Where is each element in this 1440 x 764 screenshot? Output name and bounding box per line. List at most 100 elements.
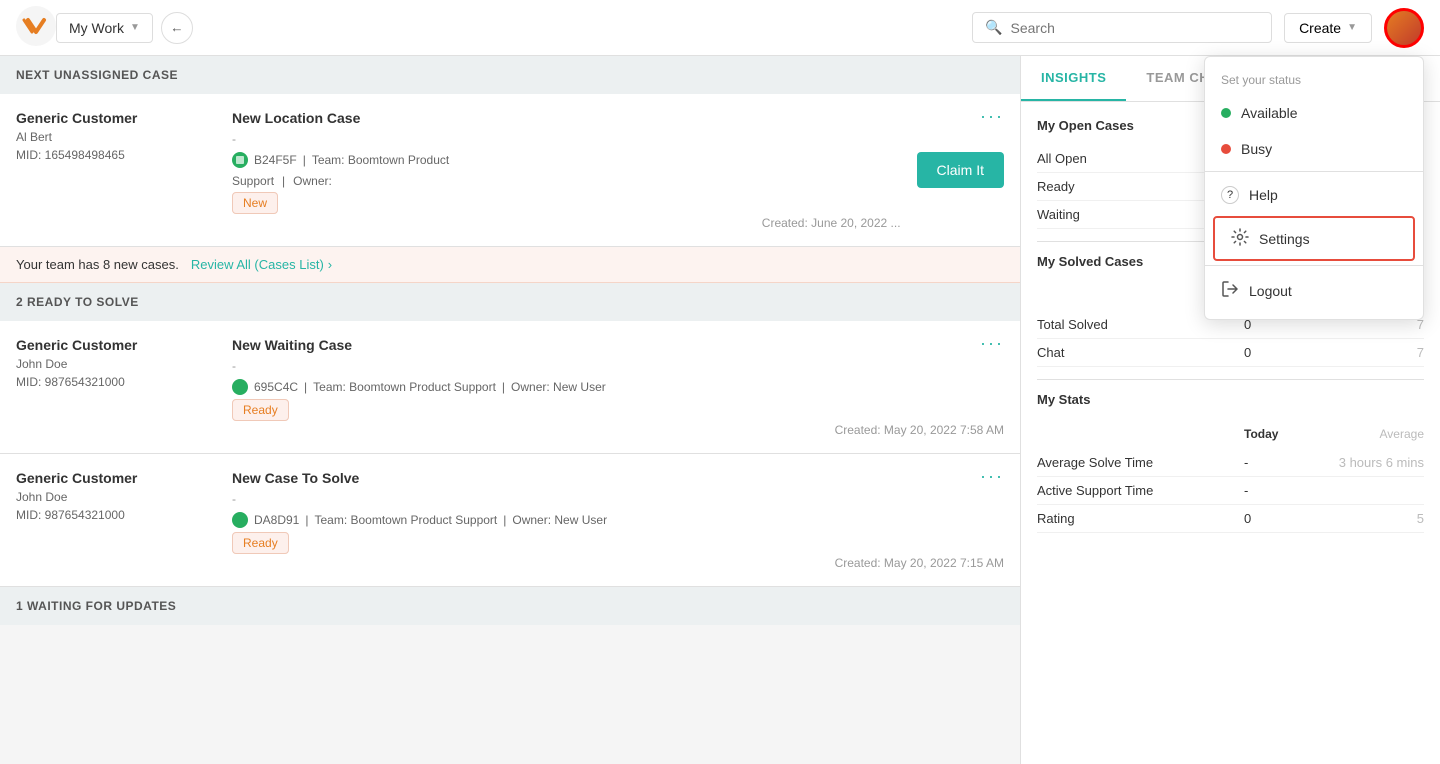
stat-label: Chat [1037,345,1244,360]
stat-today: - [1244,483,1324,498]
my-work-button[interactable]: My Work ▼ [56,13,153,43]
claim-area: Claim It [917,110,1004,230]
help-item[interactable]: ? Help [1205,176,1423,214]
case-code-icon [232,512,248,528]
case-code: DA8D91 [254,513,299,527]
logout-item[interactable]: Logout [1205,270,1423,311]
case-details: New Waiting Case - 695C4C | Team: Boomto… [232,337,1004,437]
customer-user: John Doe [16,490,216,504]
available-dot [1221,108,1231,118]
case-owner-label: Owner: New User [511,380,606,394]
more-options-button[interactable]: ··· [980,333,1004,354]
customer-user: John Doe [16,357,216,371]
settings-item[interactable]: Settings [1213,216,1415,261]
stat-avg: 7 [1324,345,1424,360]
tab-insights[interactable]: INSIGHTS [1021,56,1126,101]
customer-info: Generic Customer Al Bert MID: 1654984984… [16,110,216,230]
busy-label: Busy [1241,141,1272,157]
section-unassigned: NEXT UNASSIGNED CASE [0,56,1020,94]
col-today: Today [1244,427,1324,441]
case-title: New Location Case [232,110,901,126]
customer-user: Al Bert [16,130,216,144]
case-owner-label: Owner: New User [512,513,607,527]
settings-label: Settings [1259,231,1310,247]
header: My Work ▼ ← 🔍 Create ▼ [0,0,1440,56]
case-dash: - [232,492,1004,506]
stat-avg: 3 hours 6 mins [1324,455,1424,470]
customer-mid: MID: 987654321000 [16,508,216,522]
logo [16,6,56,49]
customer-name: Generic Customer [16,337,216,353]
more-options-button[interactable]: ··· [980,106,1004,127]
back-arrow-icon: ← [170,20,183,35]
chevron-down-icon: ▼ [1347,22,1357,33]
avatar-button[interactable] [1384,8,1424,48]
avatar [1387,10,1421,46]
case-details: New Case To Solve - DA8D91 | Team: Boomt… [232,470,1004,570]
case-title: New Case To Solve [232,470,1004,486]
case-owner: Owner: [293,174,332,188]
stat-label: Rating [1037,511,1244,526]
dropdown-divider [1205,171,1423,172]
case-team: Team: Boomtown Product Support [313,380,496,394]
case-title: New Waiting Case [232,337,1004,353]
stat-today: 0 [1244,345,1324,360]
case-timestamp: Created: June 20, 2022 ... [232,216,901,230]
case-code: 695C4C [254,380,298,394]
notification-bar: Your team has 8 new cases. Review All (C… [0,247,1020,283]
back-button[interactable]: ← [161,12,193,44]
col-avg: Average [1324,427,1424,441]
search-input[interactable] [1011,20,1260,36]
status-dropdown: Set your status Available Busy ? Help Se… [1204,56,1424,320]
case-type: Support [232,174,274,188]
stats-title: My Stats [1037,392,1424,407]
case-details: New Location Case - B24F5F | Team: Boomt… [232,110,901,230]
case-card: ··· Generic Customer John Doe MID: 98765… [0,321,1020,454]
case-dash: - [232,359,1004,373]
stat-row: Average Solve Time - 3 hours 6 mins [1037,449,1424,477]
section-waiting: 1 WAITING FOR UPDATES [0,587,1020,625]
stat-row: Active Support Time - [1037,477,1424,505]
case-team: Team: Boomtown Product Support [314,513,497,527]
create-button[interactable]: Create ▼ [1284,13,1372,43]
more-options-button[interactable]: ··· [980,466,1004,487]
case-timestamp: Created: May 20, 2022 7:58 AM [232,423,1004,437]
stat-avg: 5 [1324,511,1424,526]
help-icon: ? [1221,186,1239,204]
case-timestamp: Created: May 20, 2022 7:15 AM [232,556,1004,570]
case-code-icon [232,379,248,395]
gear-icon [1231,228,1249,249]
stats-col-header: Today Average [1037,419,1424,449]
review-all-link[interactable]: Review All (Cases List) › [191,257,332,272]
status-available-item[interactable]: Available [1205,95,1423,131]
stat-today: - [1244,455,1324,470]
case-code: B24F5F [254,153,297,167]
notification-message: Your team has 8 new cases. [16,257,179,272]
dropdown-divider [1205,265,1423,266]
case-badge-ready: Ready [232,399,289,421]
logout-icon [1221,280,1239,301]
customer-name: Generic Customer [16,470,216,486]
case-badge-new: New [232,192,278,214]
case-team: Team: Boomtown Product [312,153,449,167]
search-icon: 🔍 [985,19,1002,36]
stat-row: Chat 0 7 [1037,339,1424,367]
case-type-row: Support | Owner: [232,174,901,188]
my-work-label: My Work [69,20,124,36]
customer-name: Generic Customer [16,110,216,126]
case-meta: 695C4C | Team: Boomtown Product Support … [232,379,1004,395]
chevron-right-icon: › [328,257,332,272]
stat-row: Rating 0 5 [1037,505,1424,533]
claim-button[interactable]: Claim It [917,152,1004,188]
case-card: ··· Generic Customer Al Bert MID: 165498… [0,94,1020,247]
case-card: ··· Generic Customer John Doe MID: 98765… [0,454,1020,587]
status-busy-item[interactable]: Busy [1205,131,1423,167]
case-meta: B24F5F | Team: Boomtown Product [232,152,901,168]
case-code-icon [232,152,248,168]
case-meta: DA8D91 | Team: Boomtown Product Support … [232,512,1004,528]
dropdown-header: Set your status [1205,65,1423,95]
busy-dot [1221,144,1231,154]
stat-label: Average Solve Time [1037,455,1244,470]
search-bar: 🔍 [972,12,1272,43]
stat-today: 0 [1244,511,1324,526]
